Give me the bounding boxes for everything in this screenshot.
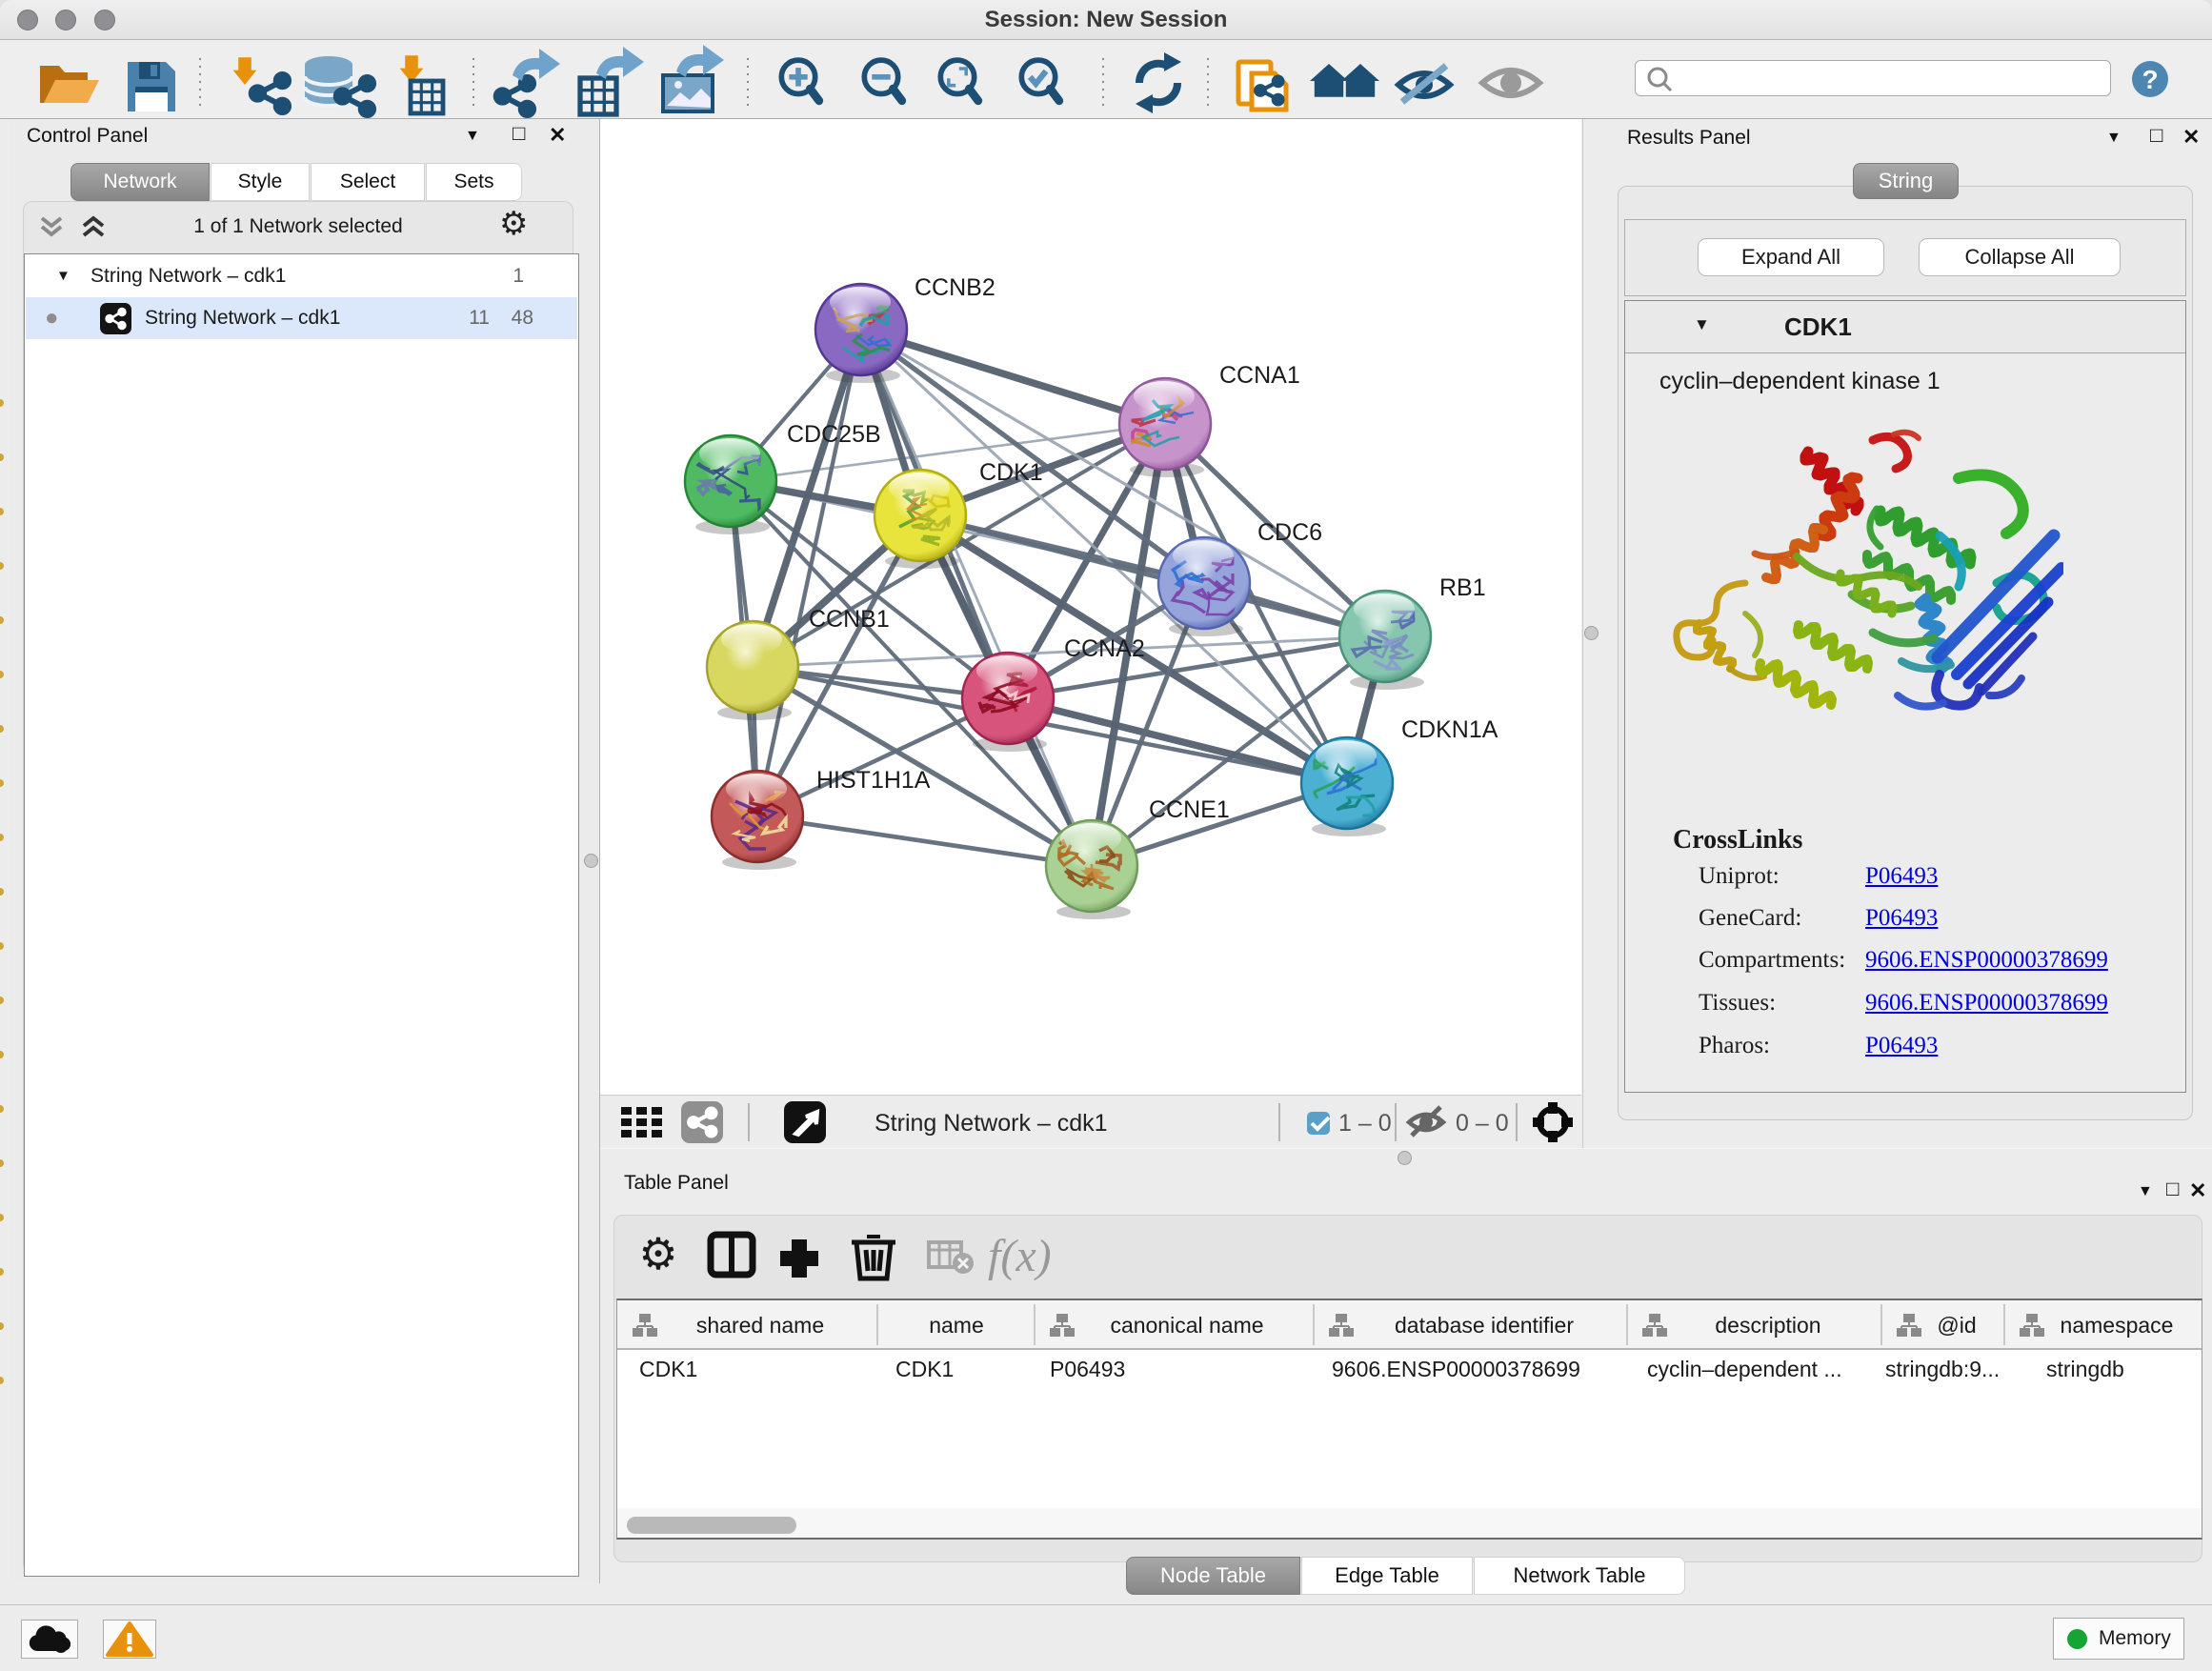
svg-text:?: ? <box>2142 65 2158 94</box>
svg-text:CDKN1A: CDKN1A <box>1401 716 1498 743</box>
svg-text:shared name: shared name <box>696 1313 824 1338</box>
svg-text:CCNA2: CCNA2 <box>1064 635 1145 662</box>
svg-text:CDC6: CDC6 <box>1257 519 1322 546</box>
svg-text:cyclin–dependent ...: cyclin–dependent ... <box>1647 1357 1842 1381</box>
svg-text:9606.ENSP00000378699: 9606.ENSP00000378699 <box>1332 1357 1580 1381</box>
svg-text:CCNB1: CCNB1 <box>809 606 890 633</box>
svg-text:CDK1: CDK1 <box>895 1357 954 1381</box>
svg-text:String Network – cdk1: String Network – cdk1 <box>875 1110 1108 1137</box>
svg-text:RB1: RB1 <box>1439 574 1486 601</box>
svg-text:name: name <box>929 1313 984 1338</box>
svg-text:1 – 0: 1 – 0 <box>1338 1110 1392 1137</box>
svg-text:CCNE1: CCNE1 <box>1149 796 1230 823</box>
svg-text:⚙: ⚙ <box>638 1229 677 1278</box>
svg-text:database identifier: database identifier <box>1395 1313 1574 1338</box>
svg-text:stringdb:9...: stringdb:9... <box>1885 1357 2000 1381</box>
svg-text:namespace: namespace <box>2061 1313 2174 1338</box>
svg-text:CCNA1: CCNA1 <box>1219 362 1300 389</box>
svg-text:CDK1: CDK1 <box>639 1357 697 1381</box>
svg-text:CCNB2: CCNB2 <box>915 274 995 301</box>
svg-text:@id: @id <box>1937 1313 1976 1338</box>
svg-text:CDK1: CDK1 <box>979 459 1043 486</box>
svg-text:stringdb: stringdb <box>2046 1357 2124 1381</box>
svg-text:description: description <box>1715 1313 1820 1338</box>
svg-text:canonical name: canonical name <box>1110 1313 1263 1338</box>
svg-text:0 – 0: 0 – 0 <box>1456 1110 1509 1137</box>
svg-text:P06493: P06493 <box>1050 1357 1125 1381</box>
svg-text:HIST1H1A: HIST1H1A <box>816 767 931 794</box>
svg-text:CDC25B: CDC25B <box>787 421 881 448</box>
svg-text:f(x): f(x) <box>988 1231 1052 1281</box>
